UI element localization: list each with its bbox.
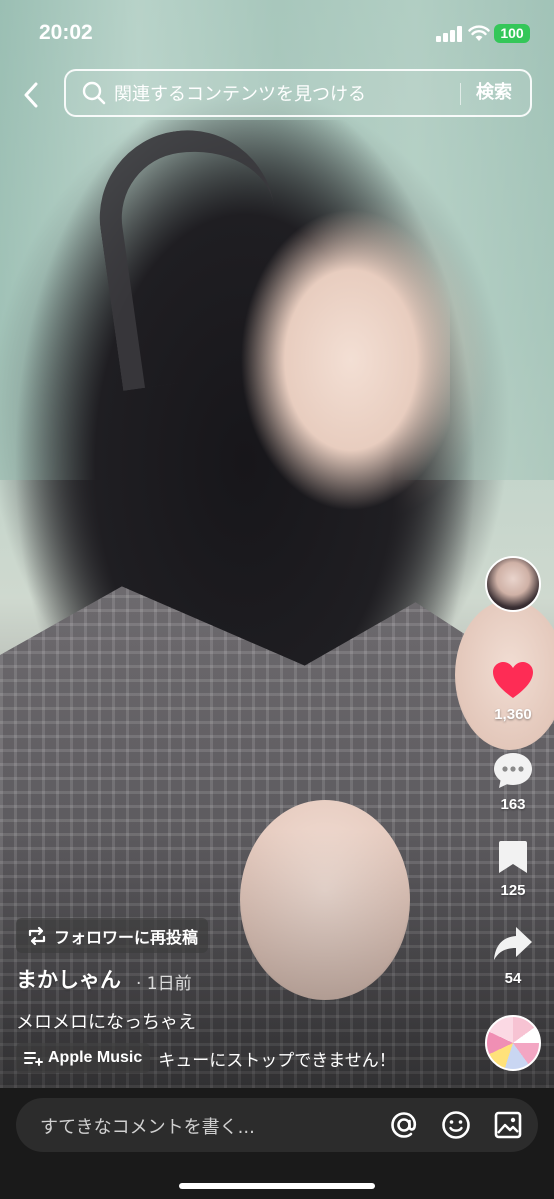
music-row[interactable]: Apple Music キューにストップできません！ <box>16 1043 396 1073</box>
comment-bar: すてきなコメントを書く... <box>0 1088 554 1199</box>
post-age: · 1日前 <box>136 974 192 994</box>
share-arrow-icon <box>494 927 532 960</box>
apple-music-label: Apple Music <box>48 1049 143 1066</box>
add-to-queue-icon <box>24 1052 43 1066</box>
search-button[interactable]: 検索 <box>476 71 512 115</box>
like-count: 1,360 <box>494 706 532 723</box>
save-button[interactable]: 125 <box>485 838 541 899</box>
creator-avatar[interactable] <box>485 556 541 612</box>
smiley-icon <box>442 1111 470 1139</box>
share-button[interactable]: 54 <box>485 924 541 987</box>
status-time: 20:02 <box>39 21 93 44</box>
author-name[interactable]: まかしゃん <box>16 964 121 994</box>
search-icon <box>82 81 106 105</box>
repost-label: フォロワーに再投稿 <box>54 927 199 947</box>
image-button[interactable] <box>492 1109 524 1141</box>
chevron-left-icon <box>24 82 38 108</box>
comment-placeholder: すてきなコメントを書く... <box>40 1117 255 1138</box>
apple-music-chip[interactable]: Apple Music <box>16 1043 151 1073</box>
bookmark-icon <box>499 841 527 873</box>
comment-bubble-icon <box>494 753 532 788</box>
repost-badge[interactable]: フォロワーに再投稿 <box>16 918 209 953</box>
heart-icon <box>493 662 533 698</box>
search-input[interactable]: 関連するコンテンツを見つける <box>114 80 366 106</box>
like-button[interactable]: 1,360 <box>485 660 541 723</box>
wifi-icon <box>468 25 490 41</box>
repost-icon <box>28 926 46 945</box>
cellular-signal-icon <box>436 26 462 42</box>
home-indicator <box>179 1183 375 1189</box>
battery-indicator: 100 <box>494 24 530 43</box>
music-disc[interactable] <box>485 1015 541 1071</box>
search-divider <box>460 83 461 105</box>
status-bar: 20:02 100 <box>0 0 554 62</box>
comment-count: 163 <box>500 796 526 813</box>
image-icon <box>494 1111 522 1139</box>
save-count: 125 <box>500 882 526 899</box>
video-subject-face <box>230 210 450 510</box>
mention-button[interactable] <box>388 1109 420 1141</box>
back-button[interactable] <box>14 78 48 112</box>
post-caption: メロメロになっちゃえ <box>16 1012 196 1033</box>
music-track-text: キューにストップできません！ <box>158 1050 396 1071</box>
emoji-button[interactable] <box>440 1109 472 1141</box>
at-sign-icon <box>391 1112 417 1138</box>
share-count: 54 <box>504 970 522 987</box>
comment-button[interactable]: 163 <box>485 750 541 813</box>
comment-input[interactable]: すてきなコメントを書く... <box>16 1098 538 1152</box>
search-bar[interactable]: 関連するコンテンツを見つける 検索 <box>64 69 532 117</box>
